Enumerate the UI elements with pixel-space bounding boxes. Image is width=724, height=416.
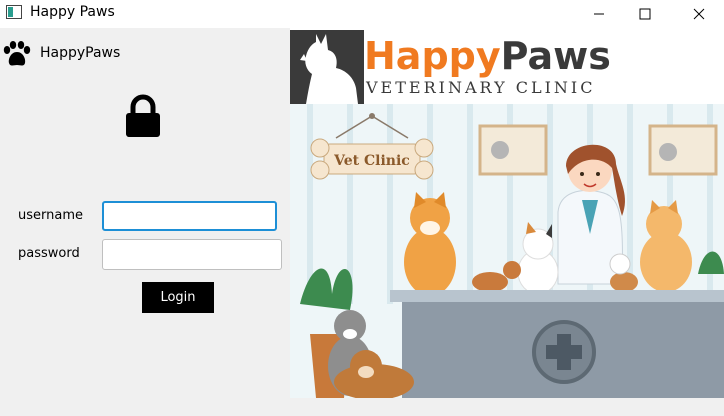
vet-clinic-sign-text: Vet Clinic	[333, 153, 410, 169]
login-button[interactable]: Login	[142, 282, 214, 313]
maximize-button[interactable]	[622, 0, 668, 28]
username-input[interactable]	[102, 201, 277, 231]
brand-name: HappyPaws	[40, 45, 121, 61]
paw-icon	[3, 41, 31, 66]
logo-mark	[290, 30, 364, 104]
logo-subtitle: VETERINARY CLINIC	[366, 78, 596, 97]
vet-clinic-illustration: Vet Clinic	[290, 104, 724, 398]
window-title: Happy Paws	[30, 4, 115, 20]
password-input[interactable]	[102, 239, 282, 270]
vet-clinic-sign: Vet Clinic	[310, 138, 434, 180]
close-button[interactable]	[676, 0, 722, 28]
logo-word-happy: Happy	[364, 34, 501, 78]
minimize-button[interactable]	[576, 0, 622, 28]
close-icon	[693, 8, 705, 20]
username-label: username	[18, 208, 83, 223]
logo-wordmark: HappyPaws	[364, 33, 611, 79]
lock-icon	[126, 94, 160, 137]
pet-silhouette-icon	[300, 34, 358, 104]
title-bar: Happy Paws	[0, 0, 724, 28]
minimize-icon	[594, 13, 604, 15]
clinic-banner: HappyPaws VETERINARY CLINIC Vet Clinic	[290, 28, 724, 398]
maximize-icon	[639, 8, 651, 20]
login-panel: HappyPaws username password Login	[0, 28, 290, 416]
picture-frame-dog	[478, 124, 548, 176]
password-label: password	[18, 246, 80, 261]
app-window-icon	[6, 5, 22, 19]
logo-word-paws: Paws	[500, 34, 611, 78]
